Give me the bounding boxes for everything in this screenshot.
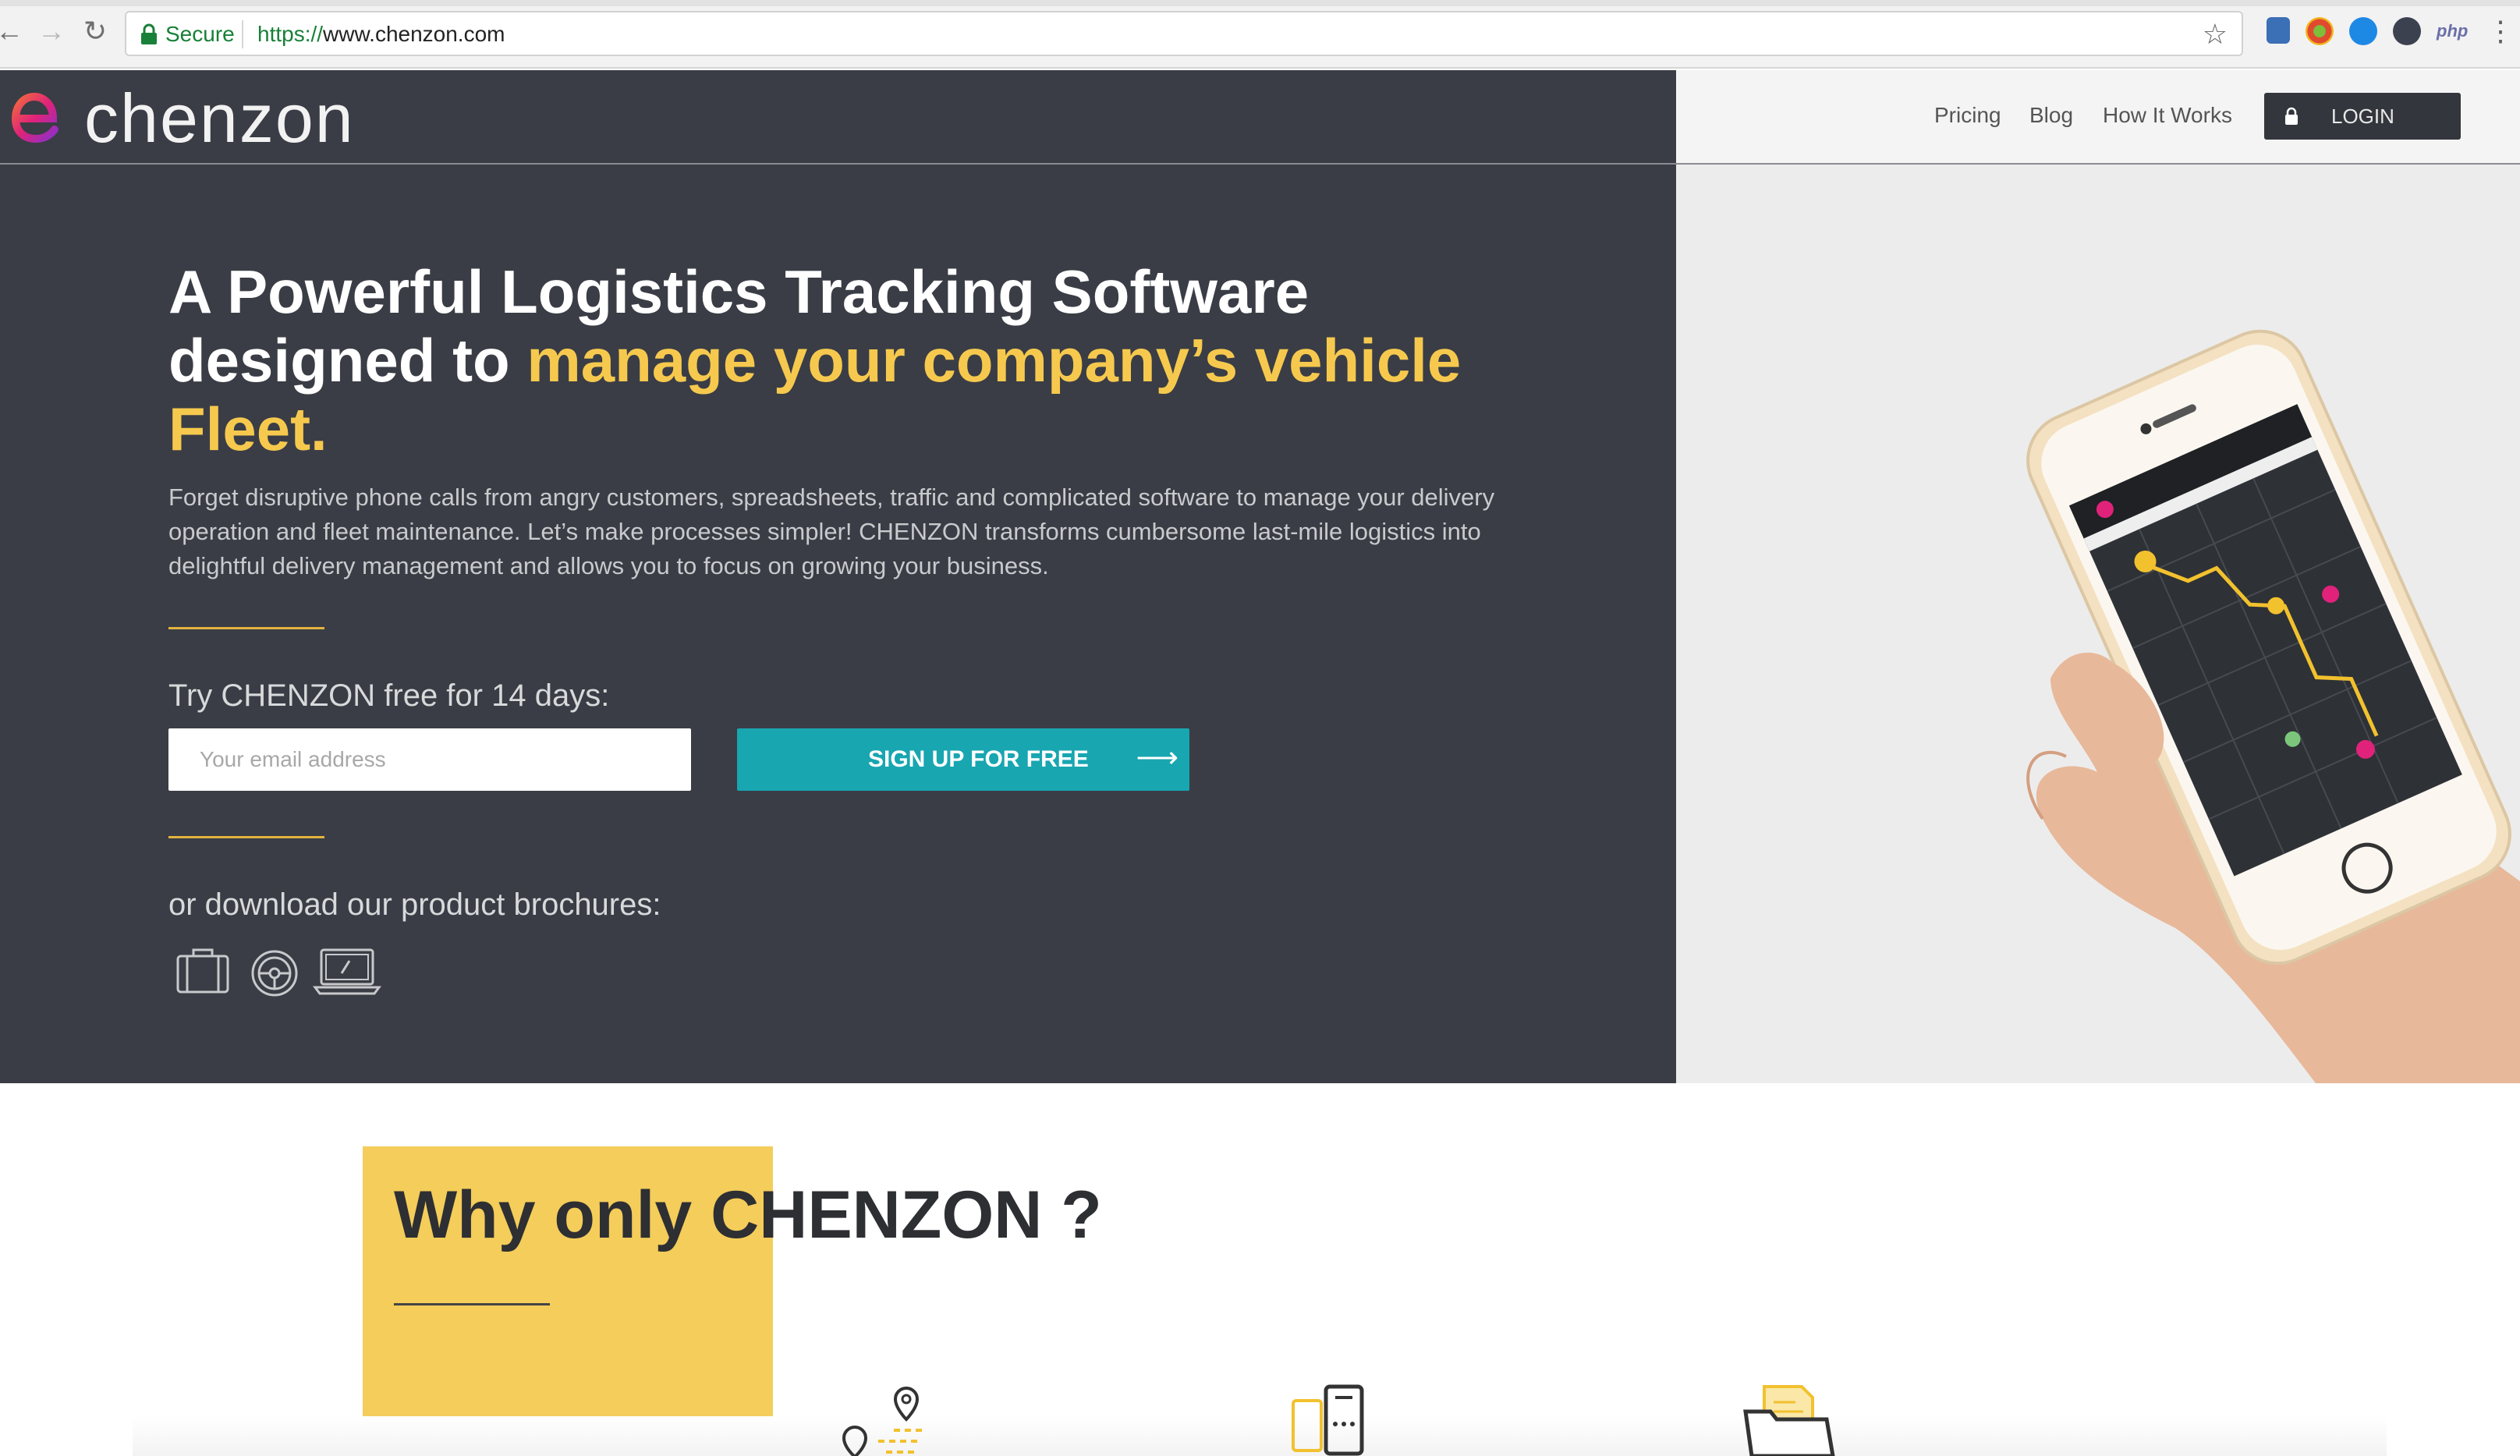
bookmark-star-icon[interactable]: ☆ [2203, 19, 2228, 50]
folder-document-icon [1743, 1385, 1835, 1456]
browser-menu-icon[interactable]: ⋮ [2486, 14, 2515, 48]
lock-icon [141, 23, 157, 44]
back-icon[interactable]: ← [0, 14, 27, 48]
hero-divider-bottom [168, 836, 324, 838]
url-host: www.chenzon.com [323, 22, 505, 46]
extension-dark-icon[interactable] [2393, 17, 2421, 45]
forward-icon[interactable]: → [34, 14, 69, 48]
tab-strip [0, 0, 2520, 6]
phone-in-hand-illustration [2026, 329, 2520, 1083]
login-label: LOGIN [2331, 105, 2394, 128]
extension-pen-icon[interactable] [2267, 17, 2290, 44]
trial-text: Try CHENZON free for 14 days: [168, 678, 610, 713]
lock-icon [2285, 107, 2298, 125]
arrow-right-icon: ⟶ [1136, 742, 1178, 774]
header-divider [0, 163, 2520, 165]
chenzon-logo-icon[interactable] [9, 92, 61, 143]
laptop-icon[interactable] [312, 939, 382, 1001]
signup-label: SIGN UP FOR FREE [868, 746, 1089, 772]
mobile-chat-icon [1292, 1384, 1364, 1456]
why-title: Why only CHENZON ? [394, 1178, 1102, 1252]
nav-pricing[interactable]: Pricing [1934, 101, 2001, 129]
secure-label: Secure [165, 22, 235, 46]
steering-wheel-icon[interactable] [243, 939, 306, 1001]
url-text[interactable]: https://www.chenzon.com [257, 20, 505, 48]
login-button[interactable]: LOGIN [2264, 93, 2461, 140]
nav-how-it-works[interactable]: How It Works [2103, 101, 2232, 129]
feature-cards-strip [133, 1416, 2387, 1456]
map-pin-route-icon [842, 1386, 923, 1456]
extension-blue-icon[interactable] [2349, 17, 2377, 45]
signup-button[interactable]: SIGN UP FOR FREE ⟶ [737, 728, 1189, 791]
extension-php-icon[interactable]: php [2437, 20, 2468, 42]
extension-color-icon[interactable] [2306, 17, 2334, 45]
address-bar[interactable]: Secure https://www.chenzon.com ☆ [125, 11, 2243, 56]
reload-icon[interactable]: ↻ [78, 14, 112, 48]
why-divider [394, 1303, 550, 1305]
briefcase-icon[interactable] [172, 939, 234, 1001]
nav-blog[interactable]: Blog [2029, 101, 2073, 129]
hero-divider-top [168, 627, 324, 629]
logo-text[interactable]: chenzon [84, 76, 355, 161]
url-prefix: https:// [257, 22, 324, 46]
download-text: or download our product brochures: [168, 887, 661, 922]
browser-toolbar: ← → ↻ Secure https://www.chenzon.com ☆ p… [0, 0, 2520, 69]
hero-title: A Powerful Logistics Tracking Software d… [168, 257, 1479, 463]
address-separator [242, 20, 243, 48]
hero-subtitle: Forget disruptive phone calls from angry… [168, 484, 1495, 579]
hero-image-panel [1676, 70, 2520, 1083]
email-input[interactable] [168, 728, 691, 791]
